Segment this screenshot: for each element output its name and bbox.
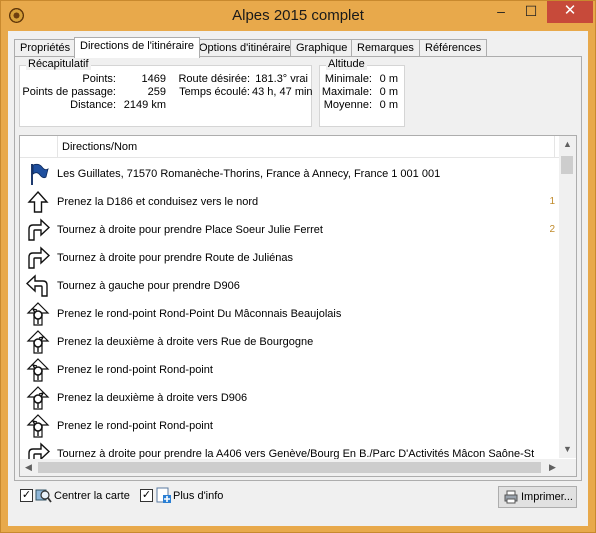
altitude-avg-value: 0 m (379, 99, 398, 111)
direction-row[interactable]: Prenez la deuxième à droite vers D906 (20, 384, 561, 412)
elapsed-time-label: Temps écoulé: (179, 86, 250, 98)
tab-chart[interactable]: Graphique (290, 39, 354, 57)
straight-arrow-icon (27, 190, 49, 213)
waypoints-value: 259 (147, 86, 166, 98)
horizontal-scrollbar[interactable]: ◀ ▶ (20, 459, 561, 476)
turn-right-icon (28, 246, 50, 269)
horizontal-scroll-thumb[interactable] (38, 462, 541, 473)
altitude-avg-label: Moyenne: (323, 99, 372, 111)
tab-references[interactable]: Références (419, 39, 488, 57)
center-map-label[interactable]: Centrer la carte (54, 490, 130, 502)
direction-text: Tournez à gauche pour prendre D906 (57, 280, 240, 292)
dialog-body: Propriétés Directions de l'itinéraire Op… (8, 31, 588, 526)
direction-text: Prenez la deuxième à droite vers D906 (57, 392, 248, 404)
direction-text: Les Guillates, 71570 Romanèche-Thorins, … (57, 168, 441, 180)
direction-row[interactable]: Prenez le rond-point Rond-Point Du Mâcon… (20, 300, 561, 328)
vertical-scroll-thumb[interactable] (561, 156, 573, 174)
scroll-down-arrow-icon[interactable]: ▼ (559, 441, 576, 458)
direction-row[interactable]: Tournez à droite pour prendre Place Soeu… (20, 216, 561, 244)
direction-row[interactable]: Tournez à gauche pour prendre D906 (20, 272, 561, 300)
more-info-checkbox[interactable]: ✓ (140, 489, 153, 502)
direction-text: Prenez le rond-point Rond-point (57, 420, 213, 432)
waypoints-label: Points de passage: (22, 86, 116, 98)
roundabout-icon (26, 358, 50, 382)
close-button[interactable]: ✕ (547, 1, 593, 23)
summary-group-label: Récapitulatif (26, 58, 91, 70)
scroll-left-arrow-icon[interactable]: ◀ (20, 459, 37, 476)
elapsed-time-value: 43 h, 47 min (252, 86, 313, 98)
altitude-min-value: 0 m (379, 73, 398, 85)
print-button-label: Imprimer... (521, 491, 573, 503)
direction-row[interactable]: Prenez la D186 et conduisez vers le nord… (20, 188, 561, 216)
map-magnifier-icon (35, 489, 52, 503)
tab-directions[interactable]: Directions de l'itinéraire (74, 37, 200, 58)
header-separator[interactable] (554, 136, 555, 158)
desired-route-value: 181.3° vrai (255, 73, 308, 85)
direction-row[interactable]: Tournez à droite pour prendre Route de J… (20, 244, 561, 272)
dialog-footer: ✓ Centrer la carte ✓ Plus d'info Imprime… (8, 483, 588, 523)
row-tail-value: 1 (549, 196, 555, 207)
altitude-min-label: Minimale: (324, 73, 372, 85)
roundabout-icon (26, 330, 50, 354)
vertical-scrollbar[interactable]: ▲ ▼ (559, 136, 576, 458)
tab-notes[interactable]: Remarques (351, 39, 420, 57)
distance-label: Distance: (70, 99, 116, 111)
row-tail-value: 2 (549, 224, 555, 235)
title-bar[interactable]: Alpes 2015 complet – ☐ ✕ (1, 1, 595, 31)
center-map-checkbox[interactable]: ✓ (20, 489, 33, 502)
points-label: Points: (82, 73, 116, 85)
add-info-icon (156, 487, 171, 503)
direction-row[interactable]: Prenez le rond-point Rond-point (20, 356, 561, 384)
list-header: Directions/Nom (20, 136, 561, 158)
scrollbar-corner (559, 459, 576, 476)
direction-text: Prenez la deuxième à droite vers Rue de … (57, 336, 314, 348)
scroll-up-arrow-icon[interactable]: ▲ (559, 136, 576, 153)
direction-text: Prenez la D186 et conduisez vers le nord (57, 196, 259, 208)
tab-route-options[interactable]: Options d'itinéraire (193, 39, 297, 57)
direction-text: Tournez à droite pour prendre Place Soeu… (57, 224, 323, 236)
points-value: 1469 (141, 73, 166, 85)
direction-row[interactable]: Les Guillates, 71570 Romanèche-Thorins, … (20, 160, 561, 188)
altitude-group: Altitude Minimale: 0 m Maximale: 0 m Moy… (319, 58, 405, 127)
directions-column-header[interactable]: Directions/Nom (57, 136, 137, 158)
direction-text: Prenez le rond-point Rond-point (57, 364, 213, 376)
roundabout-icon (26, 414, 50, 438)
directions-panel: Récapitulatif Points: 1469 Points de pas… (14, 56, 582, 481)
summary-group: Récapitulatif Points: 1469 Points de pas… (19, 58, 313, 127)
turn-left-icon (26, 274, 48, 297)
tab-properties[interactable]: Propriétés (14, 39, 77, 57)
roundabout-icon (26, 302, 50, 326)
printer-icon (504, 490, 518, 504)
print-button[interactable]: Imprimer... (498, 486, 577, 508)
direction-text: Tournez à droite pour prendre Route de J… (57, 252, 294, 264)
distance-value: 2149 km (123, 99, 166, 111)
maximize-button[interactable]: ☐ (516, 1, 546, 23)
direction-row[interactable]: Prenez le rond-point Rond-point (20, 412, 561, 440)
flag-icon (31, 163, 49, 185)
directions-list[interactable]: Directions/Nom Les Guillates, 71570 Roma… (19, 135, 577, 477)
minimize-button[interactable]: – (486, 1, 516, 23)
altitude-group-label: Altitude (326, 58, 367, 70)
altitude-max-label: Maximale: (321, 86, 372, 98)
direction-row[interactable]: Prenez la deuxième à droite vers Rue de … (20, 328, 561, 356)
application-window: Alpes 2015 complet – ☐ ✕ Propriétés Dire… (0, 0, 596, 533)
more-info-label[interactable]: Plus d'info (173, 490, 223, 502)
direction-text: Prenez le rond-point Rond-Point Du Mâcon… (57, 308, 342, 320)
altitude-max-value: 0 m (379, 86, 398, 98)
roundabout-icon (26, 386, 50, 410)
directions-rows: Les Guillates, 71570 Romanèche-Thorins, … (20, 160, 561, 468)
desired-route-label: Route désirée: (178, 73, 250, 85)
turn-right-icon (28, 218, 50, 241)
